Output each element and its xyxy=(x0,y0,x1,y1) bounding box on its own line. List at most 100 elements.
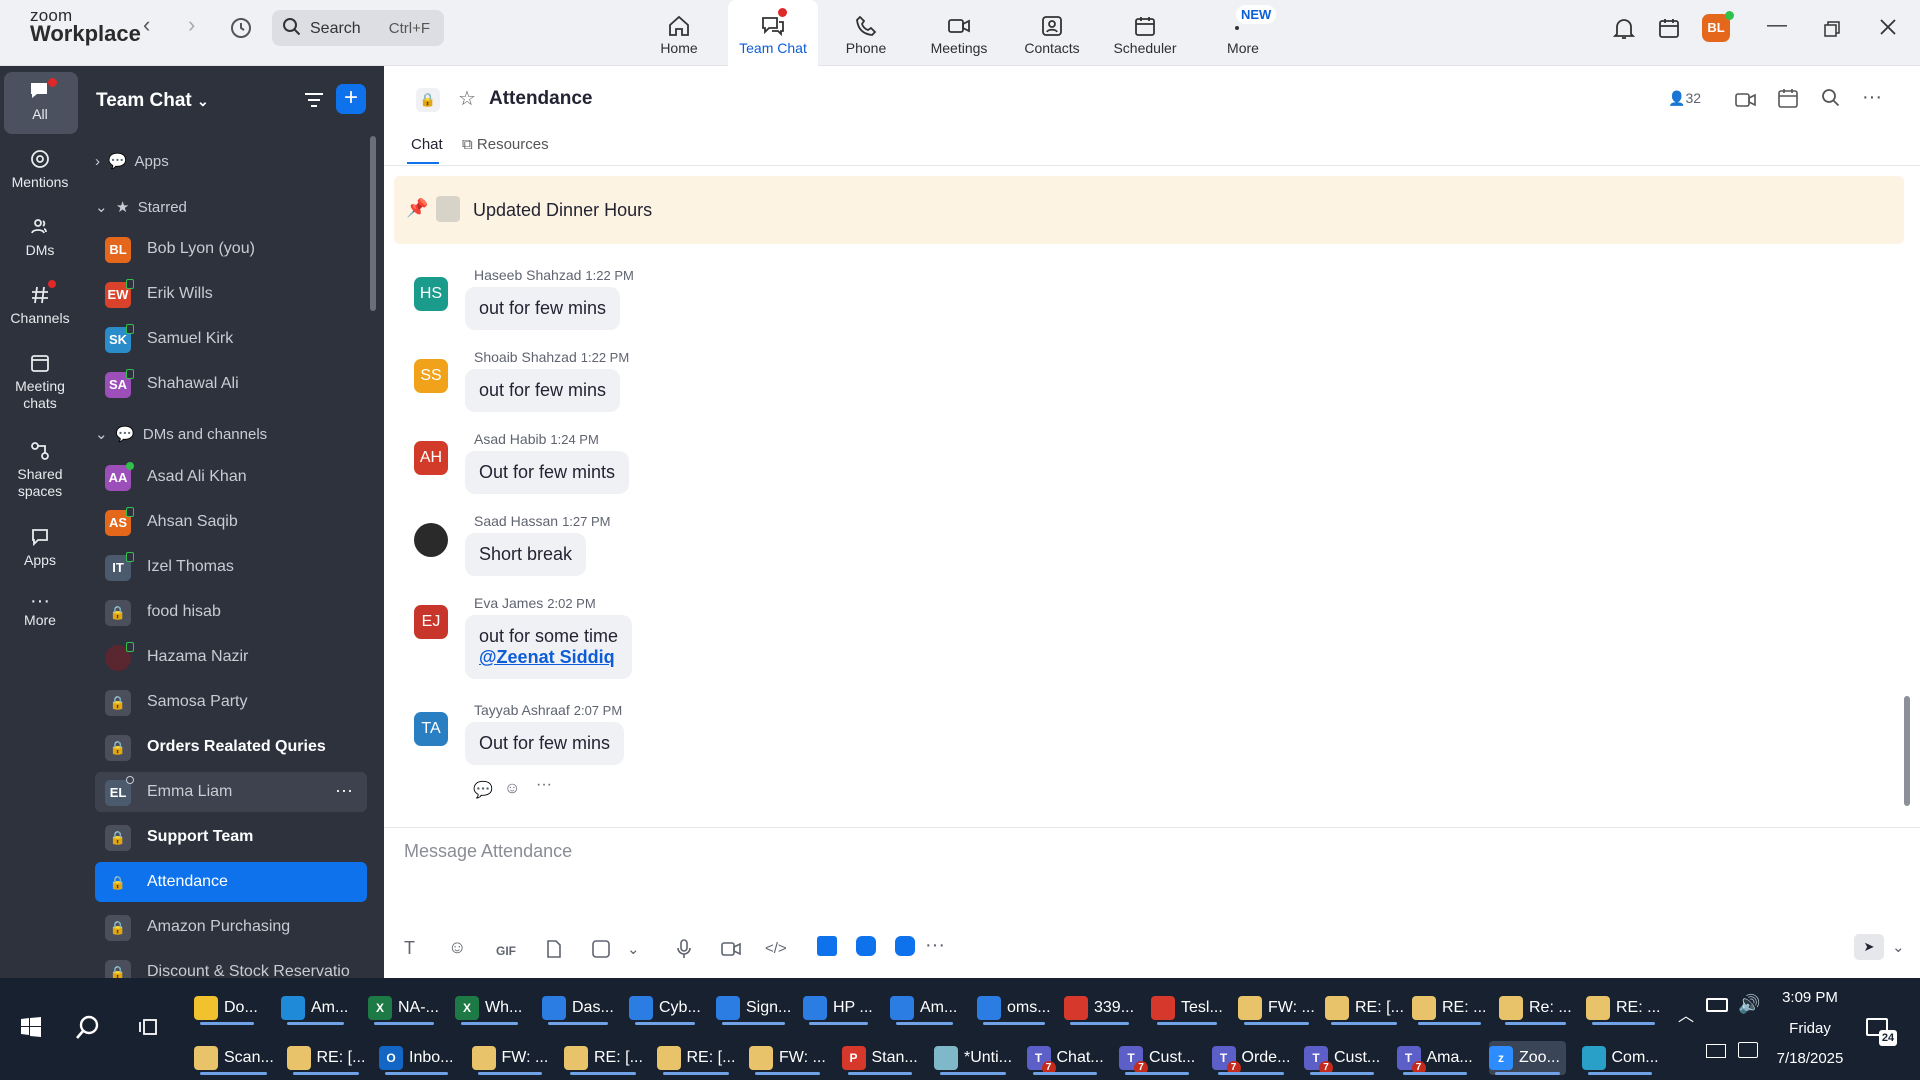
send-options-chevron-icon[interactable]: ⌄ xyxy=(1892,938,1905,956)
taskbar-app[interactable]: Tesl... xyxy=(1151,991,1223,1025)
tab-meetings[interactable]: Meetings xyxy=(914,0,1004,66)
sender-name[interactable]: Haseeb Shahzad xyxy=(474,267,581,283)
chevron-down-icon[interactable]: ⌄ xyxy=(627,940,640,958)
rail-dms[interactable]: DMs xyxy=(0,216,80,259)
avatar[interactable]: EJ xyxy=(414,605,448,639)
video-message-icon[interactable] xyxy=(720,940,742,962)
rail-channels[interactable]: Channels xyxy=(0,284,80,327)
star-icon[interactable]: ☆ xyxy=(458,86,476,111)
taskbar-app[interactable]: Com... xyxy=(1581,1041,1659,1075)
calendar-icon[interactable] xyxy=(1777,87,1799,114)
message-bubble[interactable]: Short break xyxy=(465,533,587,576)
taskbar-app[interactable]: 339... xyxy=(1064,991,1134,1025)
channel-item[interactable]: 🔒 food hisab xyxy=(95,592,367,632)
taskbar-app[interactable]: Re: ... xyxy=(1499,991,1572,1025)
tab-chat[interactable]: Chat xyxy=(411,136,443,153)
battery-icon[interactable] xyxy=(1706,998,1728,1012)
clock-time[interactable]: 3:09 PM xyxy=(1760,989,1860,1006)
taskbar-app[interactable]: T 7 Cust... xyxy=(1304,1041,1380,1075)
taskbar-app[interactable]: X NA-... xyxy=(368,991,439,1025)
tab-phone[interactable]: Phone xyxy=(821,0,911,66)
message-bubble[interactable]: out for few mins xyxy=(465,287,621,330)
starred-item[interactable]: BL Bob Lyon (you) xyxy=(95,229,367,269)
sender-name[interactable]: Asad Habib xyxy=(474,431,546,447)
history-icon[interactable] xyxy=(228,15,254,46)
chat-scrollbar[interactable] xyxy=(1904,696,1910,806)
microphone-icon[interactable] xyxy=(676,938,692,964)
message-bubble[interactable]: out for some time @Zeenat Siddiq xyxy=(465,615,633,679)
sender-name[interactable]: Tayyab Ashraaf xyxy=(474,702,570,718)
taskbar-app[interactable]: T 7 Orde... xyxy=(1211,1041,1290,1075)
close-icon[interactable] xyxy=(1879,18,1897,41)
taskbar-app[interactable]: Das... xyxy=(542,991,614,1025)
format-text-icon[interactable]: T xyxy=(404,938,415,959)
channel-item[interactable]: 🔒 Orders Realated Quries xyxy=(95,727,367,767)
tab-scheduler[interactable]: Scheduler xyxy=(1100,0,1190,66)
new-chat-button[interactable]: + xyxy=(336,84,366,114)
sidebar-title[interactable]: Team Chat ⌄ xyxy=(96,90,209,112)
reply-icon[interactable]: 💬 xyxy=(473,780,493,800)
clock-day[interactable]: Friday xyxy=(1760,1020,1860,1037)
screenshot-icon[interactable] xyxy=(591,939,611,963)
taskbar-app[interactable]: RE: [... xyxy=(656,1041,735,1075)
taskbar-app[interactable]: RE: ... xyxy=(1586,991,1660,1025)
more-options-icon[interactable]: ··· xyxy=(1862,86,1882,109)
code-snippet-icon[interactable]: </> xyxy=(765,940,787,957)
avatar[interactable] xyxy=(414,523,448,557)
calendar-icon[interactable] xyxy=(1658,17,1680,44)
tab-contacts[interactable]: Contacts xyxy=(1007,0,1097,66)
channel-item-selected[interactable]: 🔒 Attendance xyxy=(95,862,367,902)
show-hidden-icons-chevron[interactable]: ︿ xyxy=(1678,1002,1694,1026)
sender-name[interactable]: Saad Hassan xyxy=(474,513,558,529)
message-bubble[interactable]: Out for few mints xyxy=(465,451,630,494)
channel-item[interactable]: 🔒 Samosa Party xyxy=(95,682,367,722)
filter-icon[interactable] xyxy=(302,88,326,117)
section-dms[interactable]: ⌄ 💬 DMs and channels xyxy=(95,425,267,443)
sender-name[interactable]: Eva James xyxy=(474,595,543,611)
avatar[interactable]: SS xyxy=(414,359,448,393)
channel-title[interactable]: Attendance xyxy=(489,88,592,110)
taskbar-app[interactable]: oms... xyxy=(977,991,1051,1025)
starred-item[interactable]: EW Erik Wills xyxy=(95,274,367,314)
tab-team-chat[interactable]: Team Chat xyxy=(728,0,818,66)
clock-date[interactable]: 7/18/2025 xyxy=(1760,1050,1860,1067)
taskbar-app[interactable]: X Wh... xyxy=(455,991,522,1025)
forward-arrow-icon[interactable]: › xyxy=(188,14,195,36)
taskbar-app[interactable]: RE: [... xyxy=(1325,991,1404,1025)
taskbar-app[interactable]: RE: [... xyxy=(564,1041,643,1075)
task-view-icon[interactable] xyxy=(138,1016,160,1043)
file-icon[interactable] xyxy=(546,939,562,963)
display-icon[interactable] xyxy=(1738,1042,1758,1058)
windows-start-icon[interactable] xyxy=(20,1016,42,1043)
channel-item[interactable]: AA Asad Ali Khan xyxy=(95,457,367,497)
channel-item[interactable]: Hazama Nazir xyxy=(95,637,367,677)
rail-shared-spaces[interactable]: Shared spaces xyxy=(0,440,80,500)
channel-item[interactable]: 🔒 Amazon Purchasing xyxy=(95,907,367,947)
rail-meeting-chats[interactable]: Meeting chats xyxy=(0,352,80,412)
taskbar-app[interactable]: T 7 Chat... xyxy=(1026,1041,1104,1075)
starred-item[interactable]: SA Shahawal Ali xyxy=(95,364,367,404)
channel-item[interactable]: 🔒 Support Team xyxy=(95,817,367,857)
taskbar-app[interactable]: Sign... xyxy=(716,991,791,1025)
docs-app-icon[interactable] xyxy=(817,936,837,956)
rail-apps[interactable]: Apps xyxy=(0,526,80,569)
whiteboard-app-icon[interactable] xyxy=(856,936,876,956)
taskbar-app[interactable]: T 7 Cust... xyxy=(1119,1041,1195,1075)
more-options-icon[interactable]: ··· xyxy=(335,780,353,801)
back-arrow-icon[interactable]: ‹ xyxy=(143,14,150,36)
clips-app-icon[interactable] xyxy=(895,936,915,956)
avatar[interactable]: TA xyxy=(414,712,448,746)
taskbar-app[interactable]: T 7 Ama... xyxy=(1396,1041,1473,1075)
search-input[interactable]: Search Ctrl+F xyxy=(272,10,444,46)
search-icon[interactable] xyxy=(74,1014,102,1047)
minimize-icon[interactable]: — xyxy=(1767,14,1787,37)
starred-item[interactable]: SK Samuel Kirk xyxy=(95,319,367,359)
taskbar-app[interactable]: Cyb... xyxy=(629,991,701,1025)
taskbar-app[interactable]: FW: ... xyxy=(1238,991,1315,1025)
send-icon[interactable]: ➤ xyxy=(1854,934,1884,960)
channel-item[interactable]: AS Ahsan Saqib xyxy=(95,502,367,542)
taskbar-app[interactable]: P Stan... xyxy=(841,1041,918,1075)
channel-item[interactable]: 🔒 Discount & Stock Reservatio xyxy=(95,952,367,978)
members-count[interactable]: 👤32 xyxy=(1668,90,1701,107)
sidebar-scrollbar[interactable] xyxy=(370,136,376,311)
